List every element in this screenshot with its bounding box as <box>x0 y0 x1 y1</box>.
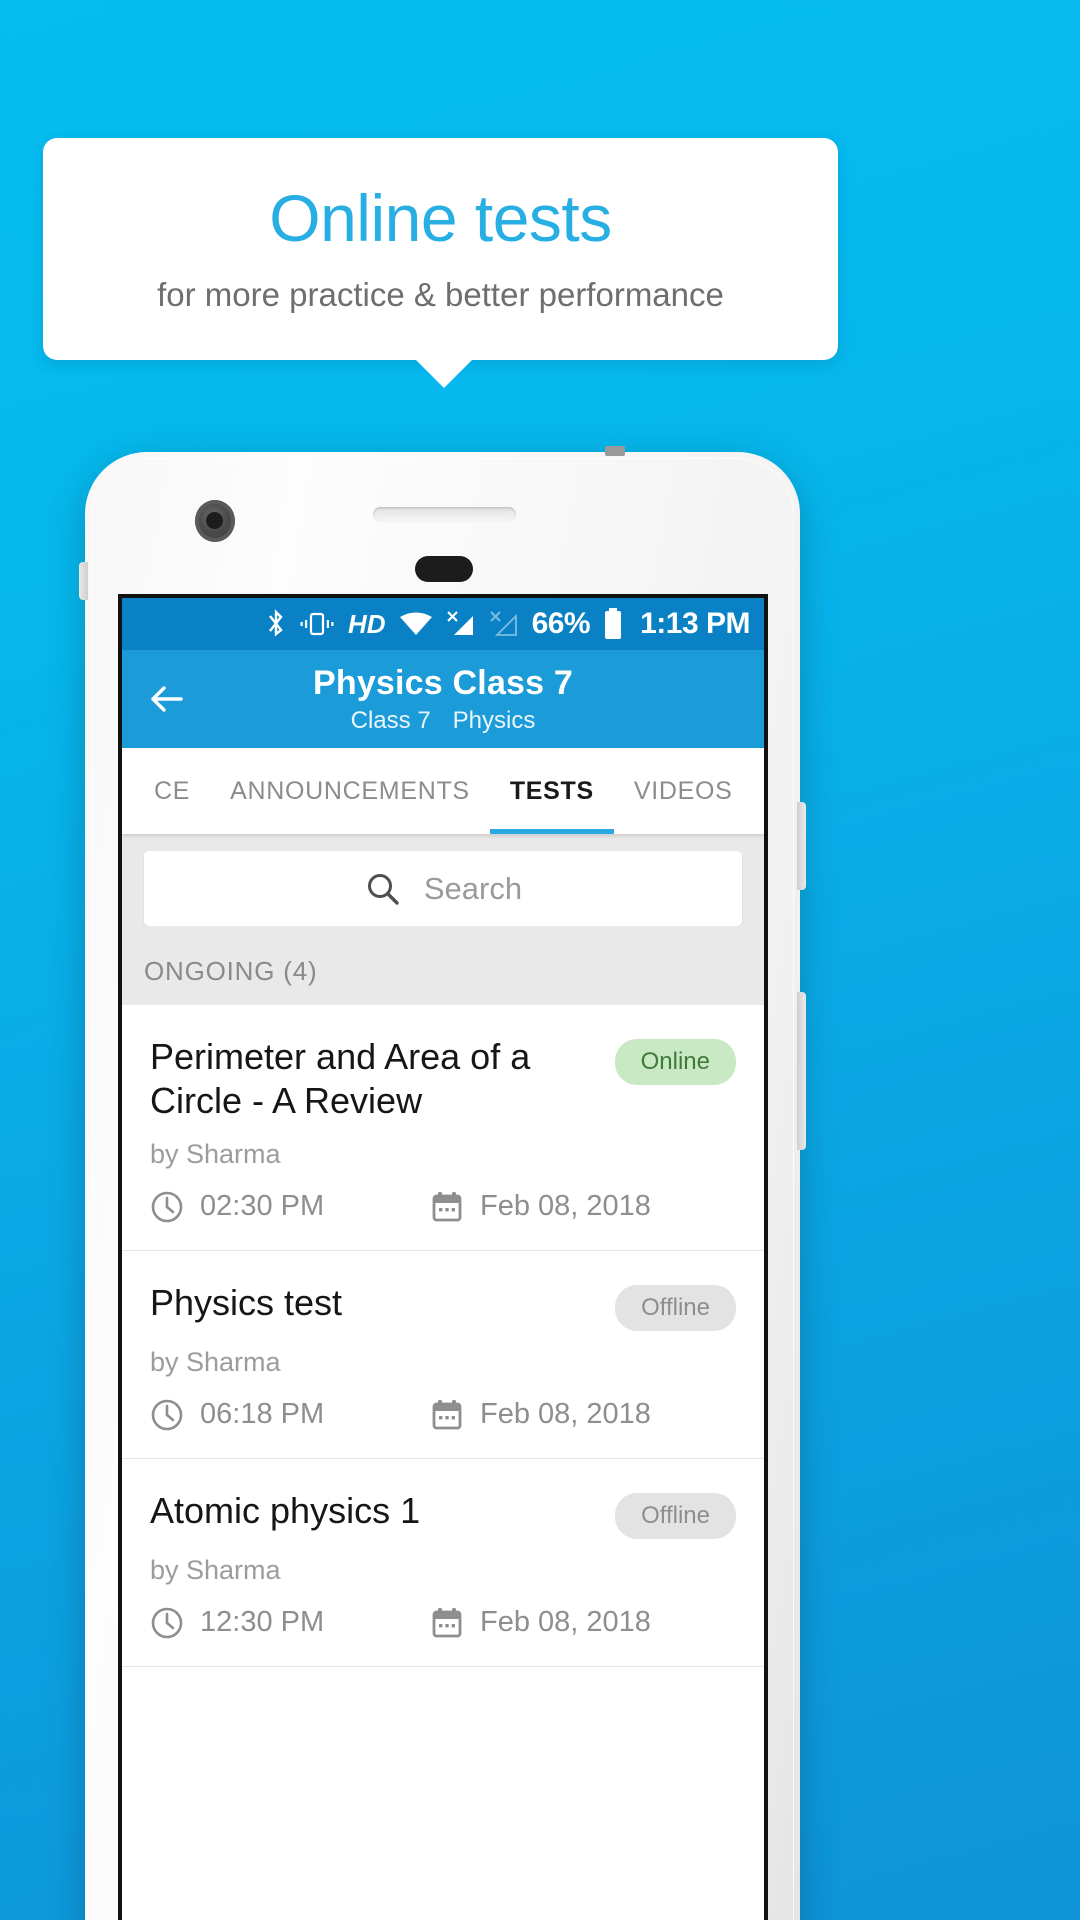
search-zone: Search <box>122 834 764 926</box>
vibrate-icon <box>299 610 335 638</box>
earpiece-speaker <box>373 507 516 522</box>
page-title: Physics Class 7 <box>312 663 574 702</box>
test-title: Atomic physics 1 <box>150 1489 421 1531</box>
battery-icon <box>603 608 623 640</box>
status-bar: HD 66% 1:13 PM <box>122 598 764 650</box>
hd-icon: HD <box>348 608 386 639</box>
breadcrumb-subject: Physics <box>452 706 536 734</box>
breadcrumb: Class 7 Physics <box>351 707 536 735</box>
test-list-item[interactable]: Atomic physics 1 Offline by Sharma 12:30… <box>122 1458 764 1667</box>
status-bar-clock: 1:13 PM <box>640 607 750 640</box>
app-bar-titles: Physics Class 7 Class 7 Physics <box>122 650 764 748</box>
test-time-label: 02:30 PM <box>200 1190 325 1223</box>
calendar-icon <box>430 1398 464 1432</box>
test-meta-row: 02:30 PM Feb 08, 2018 <box>150 1190 736 1224</box>
cell-signal-empty-icon <box>489 610 519 638</box>
test-time: 06:18 PM <box>150 1398 430 1432</box>
side-button-left[interactable] <box>79 562 88 600</box>
bluetooth-icon <box>266 609 286 639</box>
promo-title: Online tests <box>269 181 612 256</box>
test-date: Feb 08, 2018 <box>430 1398 651 1432</box>
section-header-ongoing: ONGOING (4) <box>122 926 764 1005</box>
test-list-item[interactable]: Perimeter and Area of a Circle - A Revie… <box>122 1005 764 1251</box>
phone-antenna-nub <box>605 446 625 456</box>
back-arrow-icon[interactable] <box>140 673 192 725</box>
battery-percent-label: 66% <box>531 607 591 640</box>
front-camera-icon <box>195 500 235 542</box>
status-badge: Offline <box>615 1492 736 1539</box>
sensor-bar <box>415 556 473 582</box>
test-title: Perimeter and Area of a Circle - A Revie… <box>150 1036 531 1121</box>
tab-ce[interactable]: CE <box>122 748 210 834</box>
test-author: by Sharma <box>150 1554 281 1585</box>
status-badge: Offline <box>615 1284 736 1331</box>
search-input[interactable]: Search <box>144 851 742 926</box>
tab-videos[interactable]: VIDEOS <box>614 748 753 834</box>
power-button[interactable] <box>797 802 806 890</box>
search-placeholder: Search <box>423 870 523 906</box>
app-bar: Physics Class 7 Class 7 Physics <box>122 650 764 748</box>
test-date-label: Feb 08, 2018 <box>480 1606 651 1639</box>
breadcrumb-class: Class 7 <box>350 706 431 734</box>
test-meta-row: 12:30 PM Feb 08, 2018 <box>150 1606 736 1640</box>
tab-announcements[interactable]: ANNOUNCEMENTS <box>210 748 490 834</box>
tab-bar: CE ANNOUNCEMENTS TESTS VIDEOS <box>122 748 764 834</box>
test-date-label: Feb 08, 2018 <box>480 1398 651 1431</box>
test-date-label: Feb 08, 2018 <box>480 1190 651 1223</box>
test-time-label: 06:18 PM <box>200 1398 325 1431</box>
phone-mockup: HD 66% 1:13 PM Physics Class 7 Class 7 P… <box>79 446 806 1920</box>
test-item-header: Atomic physics 1 Offline <box>150 1489 736 1539</box>
test-time: 02:30 PM <box>150 1190 430 1224</box>
promo-subtitle: for more practice & better performance <box>157 275 724 313</box>
test-item-header: Physics test Offline <box>150 1281 736 1331</box>
phone-screen: HD 66% 1:13 PM Physics Class 7 Class 7 P… <box>118 594 768 1920</box>
test-list-item[interactable]: Physics test Offline by Sharma 06:18 PM <box>122 1250 764 1459</box>
calendar-icon <box>430 1190 464 1224</box>
volume-button[interactable] <box>797 992 806 1150</box>
clock-icon <box>150 1190 184 1224</box>
test-author: by Sharma <box>150 1346 281 1377</box>
status-badge: Online <box>614 1039 736 1085</box>
test-author: by Sharma <box>150 1138 281 1169</box>
test-title: Physics test <box>150 1281 343 1323</box>
test-time: 12:30 PM <box>150 1606 430 1640</box>
search-icon <box>364 870 402 908</box>
promo-bubble-tail <box>413 357 475 388</box>
promo-callout-bubble: Online tests for more practice & better … <box>43 138 838 360</box>
test-item-header: Perimeter and Area of a Circle - A Revie… <box>150 1035 736 1123</box>
wifi-icon <box>399 611 433 637</box>
calendar-icon <box>430 1606 464 1640</box>
clock-icon <box>150 1398 184 1432</box>
cell-signal-no-sim-icon <box>446 610 476 638</box>
test-date: Feb 08, 2018 <box>430 1190 651 1224</box>
test-meta-row: 06:18 PM Feb 08, 2018 <box>150 1398 736 1432</box>
clock-icon <box>150 1606 184 1640</box>
tab-tests[interactable]: TESTS <box>489 748 614 834</box>
test-date: Feb 08, 2018 <box>430 1606 651 1640</box>
test-time-label: 12:30 PM <box>200 1606 325 1639</box>
